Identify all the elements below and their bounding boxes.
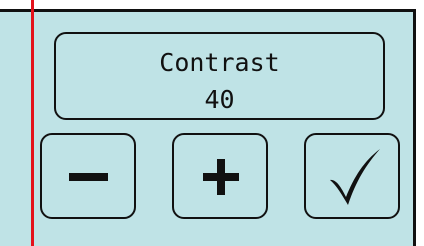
decrease-button[interactable]	[40, 133, 136, 219]
confirm-button[interactable]	[304, 133, 400, 219]
setting-value: 40	[204, 85, 235, 114]
setting-display-panel: Contrast 40	[54, 32, 385, 120]
red-divider-line	[31, 0, 34, 246]
plus-icon	[203, 159, 239, 195]
setting-label: Contrast	[159, 48, 280, 77]
minus-icon	[69, 173, 108, 181]
checkmark-icon	[330, 149, 380, 205]
increase-button[interactable]	[172, 133, 268, 219]
